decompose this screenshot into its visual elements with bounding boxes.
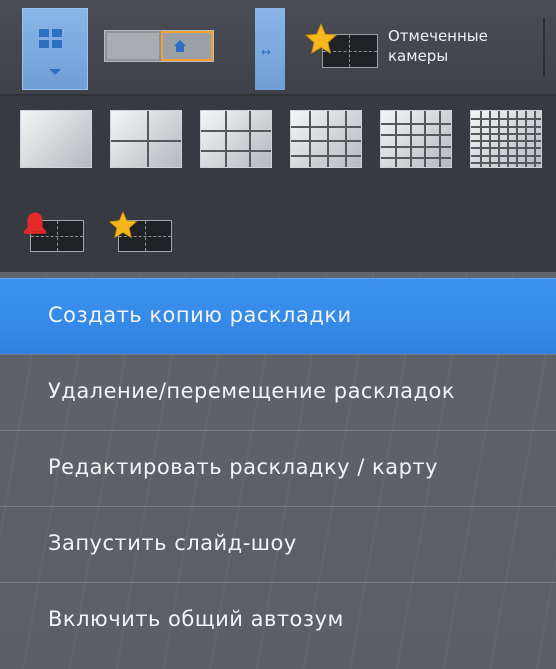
grid-line xyxy=(381,123,451,125)
alarm-cameras-layout[interactable] xyxy=(20,212,84,252)
grid-line xyxy=(345,111,347,167)
layout-1x1-tile[interactable] xyxy=(20,110,92,168)
grid-line xyxy=(471,140,541,142)
grid-line xyxy=(471,133,541,135)
grid-line xyxy=(225,111,227,167)
layout-grid-button[interactable] xyxy=(22,8,88,90)
grid-line xyxy=(471,118,541,120)
toolbar-divider xyxy=(543,18,545,76)
grid-line xyxy=(249,111,251,167)
grid-line xyxy=(471,155,541,157)
marked-cameras-line1: Отмеченные xyxy=(388,27,488,45)
grid-line xyxy=(471,147,541,149)
star-icon xyxy=(304,23,338,55)
menu-item-copy-layout[interactable]: Создать копию раскладки xyxy=(0,278,556,354)
grid-line xyxy=(381,134,451,136)
grid-line xyxy=(291,126,361,128)
chevron-down-icon xyxy=(49,69,61,75)
menu-item-label: Включить общий автозум xyxy=(48,607,344,631)
grid-line xyxy=(291,140,361,142)
split-layout-button[interactable]: ↔ xyxy=(255,8,285,90)
grid-line xyxy=(291,155,361,157)
menu-item-slideshow[interactable]: Запустить слайд-шоу xyxy=(0,506,556,582)
grid-line xyxy=(381,157,451,159)
marked-cameras-layout[interactable] xyxy=(108,210,172,252)
grid-2x2-icon xyxy=(39,29,63,49)
menu-item-label: Редактировать раскладку / карту xyxy=(48,455,439,479)
menu-item-edit-layout-map[interactable]: Редактировать раскладку / карту xyxy=(0,430,556,506)
layout-palette xyxy=(0,96,556,272)
grid-line xyxy=(147,111,149,167)
menu-item-label: Удаление/перемещение раскладок xyxy=(48,379,456,403)
bell-icon xyxy=(23,212,47,234)
menu-item-label: Создать копию раскладки xyxy=(48,303,352,327)
layout-3x3-tile[interactable] xyxy=(200,110,272,168)
layout-8x8-tile[interactable] xyxy=(470,110,542,168)
grid-line xyxy=(201,130,271,132)
current-layout-thumbnail[interactable] xyxy=(104,30,214,62)
grid-line xyxy=(381,146,451,148)
marked-cameras-button[interactable]: Отмеченные камеры xyxy=(300,12,530,82)
split-arrows-icon: ↔ xyxy=(261,45,272,59)
selected-layout-cell xyxy=(161,31,213,61)
layout-5x5-tile[interactable] xyxy=(380,110,452,168)
grid-line xyxy=(471,126,541,128)
layout-2x2-tile[interactable] xyxy=(110,110,182,168)
grid-line xyxy=(201,150,271,152)
home-icon xyxy=(174,40,186,52)
menu-item-delete-move-layouts[interactable]: Удаление/перемещение раскладок xyxy=(0,354,556,430)
menu-item-autozoom[interactable]: Включить общий автозум xyxy=(0,582,556,658)
menu-item-label: Запустить слайд-шоу xyxy=(48,531,297,555)
grid-line xyxy=(309,111,311,167)
grid-line xyxy=(471,162,541,164)
star-icon xyxy=(108,210,138,239)
marked-cameras-label: Отмеченные камеры xyxy=(388,26,488,66)
layout-4x4-tile[interactable] xyxy=(290,110,362,168)
grid-line xyxy=(111,140,181,142)
marked-cameras-line2: камеры xyxy=(388,47,449,65)
top-toolbar: ↔ Отмеченные камеры xyxy=(0,0,556,96)
grid-line xyxy=(327,111,329,167)
